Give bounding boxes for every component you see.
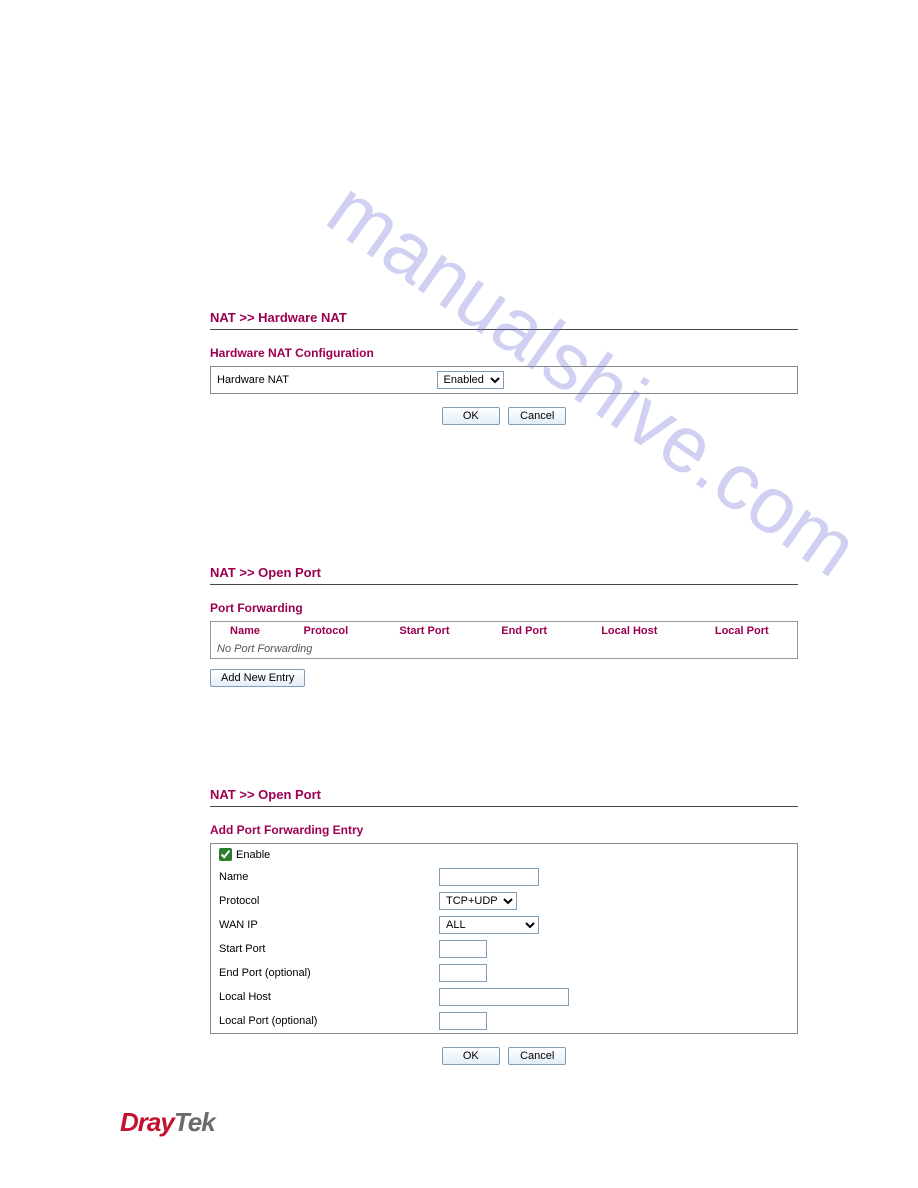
protocol-label: Protocol (219, 895, 439, 907)
hardware-nat-title: NAT >> Hardware NAT (210, 310, 798, 330)
port-forwarding-subtitle: Port Forwarding (210, 601, 798, 615)
hardware-nat-label: Hardware NAT (211, 367, 431, 394)
hardware-nat-subtitle: Hardware NAT Configuration (210, 346, 798, 360)
local-port-label: Local Port (optional) (219, 1015, 439, 1027)
local-host-label: Local Host (219, 991, 439, 1003)
local-port-input[interactable] (439, 1012, 487, 1030)
end-port-label: End Port (optional) (219, 967, 439, 979)
name-label: Name (219, 871, 439, 883)
protocol-select[interactable]: TCP+UDP (439, 892, 517, 910)
open-port-title: NAT >> Open Port (210, 565, 798, 585)
ok-button[interactable]: OK (442, 407, 500, 425)
hardware-nat-table: Hardware NAT Enabled (210, 366, 798, 394)
hw-nat-buttons: OK Cancel (210, 406, 798, 425)
wanip-label: WAN IP (219, 919, 439, 931)
cancel-button-2[interactable]: Cancel (508, 1047, 566, 1065)
wanip-select[interactable]: ALL (439, 916, 539, 934)
name-input[interactable] (439, 868, 539, 886)
start-port-input[interactable] (439, 940, 487, 958)
port-forwarding-table: Name Protocol Start Port End Port Local … (210, 621, 798, 659)
col-local-host: Local Host (572, 622, 686, 641)
end-port-input[interactable] (439, 964, 487, 982)
enable-checkbox[interactable] (219, 848, 232, 861)
col-start-port: Start Port (373, 622, 477, 641)
col-protocol: Protocol (279, 622, 373, 641)
document-page: NAT >> Hardware NAT Hardware NAT Configu… (0, 0, 918, 1065)
add-port-forwarding-subtitle: Add Port Forwarding Entry (210, 823, 798, 837)
add-port-form: Enable Name Protocol TCP+UDP WAN IP ALL … (210, 843, 798, 1034)
no-port-forwarding: No Port Forwarding (211, 640, 798, 659)
form-buttons: OK Cancel (210, 1046, 798, 1065)
col-name: Name (211, 622, 280, 641)
hardware-nat-select[interactable]: Enabled (437, 371, 504, 389)
ok-button-2[interactable]: OK (442, 1047, 500, 1065)
col-end-port: End Port (476, 622, 572, 641)
draytek-logo: DrayTek (120, 1107, 215, 1138)
enable-label: Enable (236, 849, 270, 861)
add-new-entry-button[interactable]: Add New Entry (210, 669, 305, 687)
logo-dray: Dray (120, 1107, 174, 1137)
start-port-label: Start Port (219, 943, 439, 955)
logo-tek: Tek (174, 1107, 215, 1137)
local-host-input[interactable] (439, 988, 569, 1006)
open-port-title-2: NAT >> Open Port (210, 787, 798, 807)
col-local-port: Local Port (687, 622, 798, 641)
cancel-button[interactable]: Cancel (508, 407, 566, 425)
